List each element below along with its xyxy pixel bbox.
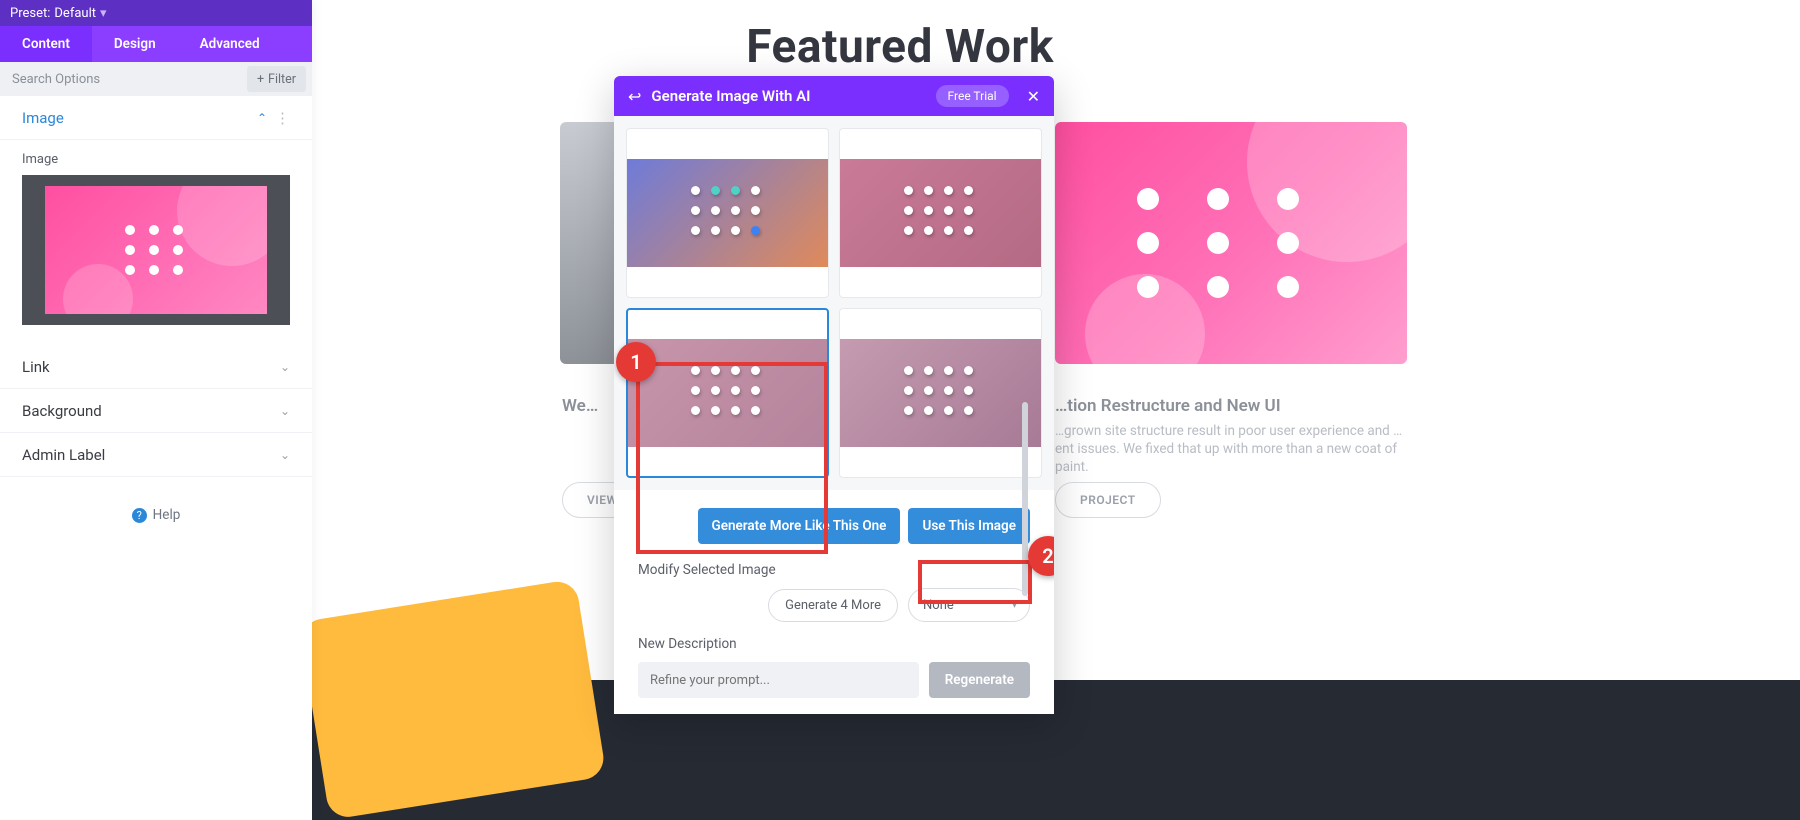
dots-icon bbox=[1137, 188, 1325, 298]
tab-content[interactable]: Content bbox=[0, 26, 92, 62]
project-text-2: …tion Restructure and New UI …grown site… bbox=[1055, 396, 1415, 477]
image-field-label: Image bbox=[22, 152, 290, 167]
section-admin-label-label: Admin Label bbox=[22, 446, 105, 464]
view-project-button-2[interactable]: PROJECT bbox=[1055, 482, 1161, 518]
section-link[interactable]: Link ⌄ bbox=[0, 345, 312, 389]
plus-icon: + bbox=[257, 72, 264, 87]
help-link[interactable]: ? Help bbox=[0, 507, 312, 523]
section-image-body: Image bbox=[0, 140, 312, 345]
help-label: Help bbox=[153, 507, 181, 523]
panel-tabs: Content Design Advanced bbox=[0, 26, 312, 62]
dots-icon bbox=[125, 225, 187, 275]
chevron-down-icon: ⌄ bbox=[280, 360, 290, 374]
chevron-up-icon: ⌃ bbox=[257, 111, 267, 125]
preset-bar[interactable]: Preset: Default ▾ bbox=[0, 0, 312, 26]
prompt-input[interactable] bbox=[638, 662, 919, 698]
regenerate-button[interactable]: Regenerate bbox=[929, 662, 1030, 698]
generated-image-2[interactable] bbox=[839, 128, 1042, 298]
prompt-row: Regenerate bbox=[638, 662, 1030, 698]
new-description-label: New Description bbox=[638, 636, 1030, 652]
section-link-label: Link bbox=[22, 358, 50, 376]
more-icon[interactable]: ⋮ bbox=[275, 109, 290, 127]
project-card-1 bbox=[560, 122, 620, 364]
preset-caret-icon: ▾ bbox=[100, 6, 107, 21]
generate-4-more-button[interactable]: Generate 4 More bbox=[768, 589, 898, 622]
generated-image-3[interactable] bbox=[626, 308, 829, 478]
chevron-down-icon: ⌄ bbox=[280, 404, 290, 418]
section-image[interactable]: Image ⌃ ⋮ bbox=[0, 96, 312, 140]
ai-modal: ↩ Generate Image With AI Free Trial ✕ 1 … bbox=[614, 76, 1054, 714]
tab-advanced[interactable]: Advanced bbox=[178, 26, 282, 62]
chevron-down-icon: ⌄ bbox=[280, 448, 290, 462]
section-background[interactable]: Background ⌄ bbox=[0, 389, 312, 433]
tab-design[interactable]: Design bbox=[92, 26, 178, 62]
project-2-title: …tion Restructure and New UI bbox=[1055, 396, 1415, 416]
close-icon[interactable]: ✕ bbox=[1027, 87, 1040, 106]
filter-label: Filter bbox=[268, 72, 296, 87]
modal-title: Generate Image With AI bbox=[651, 87, 810, 105]
preset-label: Preset: bbox=[10, 6, 50, 21]
section-admin-label[interactable]: Admin Label ⌄ bbox=[0, 433, 312, 477]
generated-image-1[interactable] bbox=[626, 128, 829, 298]
use-this-image-button[interactable]: Use This Image bbox=[908, 508, 1030, 544]
action-buttons: Generate More Like This One Use This Ima… bbox=[638, 490, 1030, 548]
help-icon: ? bbox=[132, 508, 147, 523]
project-card-2 bbox=[1055, 122, 1407, 364]
generated-image-4[interactable] bbox=[839, 308, 1042, 478]
filter-button[interactable]: + Filter bbox=[247, 66, 306, 92]
modal-header: ↩ Generate Image With AI Free Trial ✕ bbox=[614, 76, 1054, 116]
generated-grid bbox=[614, 116, 1054, 490]
generate-more-button[interactable]: Generate More Like This One bbox=[698, 508, 901, 544]
image-thumbnail[interactable] bbox=[22, 175, 290, 325]
search-placeholder[interactable]: Search Options bbox=[12, 72, 100, 87]
free-trial-badge[interactable]: Free Trial bbox=[936, 85, 1009, 107]
modify-row: Generate 4 More None bbox=[638, 588, 1030, 622]
settings-panel: Preset: Default ▾ Content Design Advance… bbox=[0, 0, 312, 820]
project-2-desc: …grown site structure result in poor use… bbox=[1055, 422, 1415, 477]
section-image-label: Image bbox=[22, 109, 64, 127]
modal-body: Generate More Like This One Use This Ima… bbox=[614, 490, 1054, 714]
back-icon[interactable]: ↩ bbox=[628, 87, 641, 106]
section-background-label: Background bbox=[22, 402, 102, 420]
modify-label: Modify Selected Image bbox=[638, 562, 1030, 578]
scrollbar[interactable] bbox=[1022, 402, 1028, 596]
style-select[interactable]: None bbox=[908, 588, 1030, 622]
annotation-marker-1: 1 bbox=[616, 342, 656, 382]
preset-value: Default bbox=[54, 6, 96, 21]
search-bar: Search Options + Filter bbox=[0, 62, 312, 96]
